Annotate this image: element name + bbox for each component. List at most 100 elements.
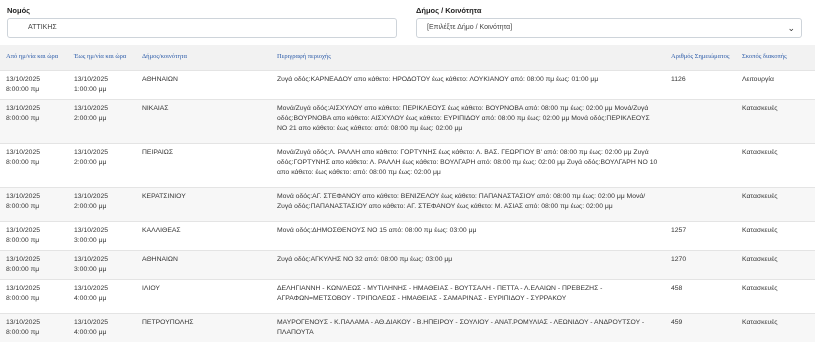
municipality-select-value: [Επιλέξτε Δήμο / Κοινότητα]	[427, 24, 513, 31]
to-time: 4:00:00 μμ	[74, 294, 107, 302]
to-cell: 13/10/2025 4:00:00 μμ	[68, 279, 136, 313]
description-cell: Μονά οδός:ΑΓ. ΣΤΕΦΑΝΟΥ απο κάθετο: ΒΕΝΙΖ…	[271, 187, 665, 221]
from-date: 13/10/2025	[6, 318, 41, 326]
description-cell: Ζυγά οδός:ΚΑΡΝΕΑΔΟΥ απο κάθετο: ΗΡΟΔΟΤΟΥ…	[271, 70, 665, 99]
purpose-value: Κατασκευές	[742, 104, 778, 112]
to-time: 2:00:00 μμ	[74, 202, 107, 210]
filters-bar: Νομός ΑΤΤΙΚΗΣ Δήμος / Κοινότητα [Επιλέξτ…	[0, 0, 820, 42]
count-cell: 1270	[665, 250, 736, 279]
header-from[interactable]: Από ημ/νία και ώρα	[0, 45, 68, 70]
purpose-cell: Κατασκευές	[736, 143, 815, 187]
from-time: 8:00:00 πμ	[6, 294, 40, 302]
table-row: 13/10/2025 8:00:00 πμ 13/10/2025 2:00:00 μμ…	[0, 187, 815, 221]
table-header-row: Από ημ/νία και ώρα Έως ημ/νία και ώρα Δή…	[0, 45, 815, 70]
purpose-value: Κατασκευές	[742, 148, 778, 156]
table-row: 13/10/2025 8:00:00 πμ 13/10/2025 4:00:00 μμ…	[0, 313, 815, 342]
purpose-value: Κατασκευές	[742, 192, 778, 200]
table-row: 13/10/2025 8:00:00 πμ 13/10/2025 3:00:00 μμ…	[0, 250, 815, 279]
municipality-select[interactable]: [Επιλέξτε Δήμο / Κοινότητα] ⌄	[416, 18, 802, 38]
prefecture-filter: Νομός ΑΤΤΙΚΗΣ	[7, 6, 397, 38]
municipality-name: ΑΘΗΝΑΙΩΝ	[142, 75, 178, 83]
description-text: Μονά/Ζυγά οδός:ΑΙΣΧΥΛΟΥ απο κάθετο: ΠΕΡΙ…	[277, 104, 650, 132]
header-purpose[interactable]: Σκοπός διακοπής	[736, 45, 815, 70]
table-row: 13/10/2025 8:00:00 πμ 13/10/2025 2:00:00 μμ…	[0, 143, 815, 187]
count-cell: 458	[665, 279, 736, 313]
count-cell	[665, 99, 736, 143]
to-date: 13/10/2025	[74, 148, 109, 156]
from-time: 8:00:00 πμ	[6, 202, 40, 210]
from-date: 13/10/2025	[6, 75, 41, 83]
municipality-cell: ΠΕΤΡΟΥΠΟΛΗΣ	[136, 313, 271, 342]
to-cell: 13/10/2025 2:00:00 μμ	[68, 99, 136, 143]
to-cell: 13/10/2025 4:00:00 μμ	[68, 313, 136, 342]
count-cell	[665, 143, 736, 187]
description-text: ΜΑΥΡΟΓΕΝΟΥΣ - Κ.ΠΑΛΑΜΑ - ΑΘ.ΔΙΑΚΟΥ - Β.Η…	[277, 318, 645, 336]
municipality-filter: Δήμος / Κοινότητα [Επιλέξτε Δήμο / Κοινό…	[416, 6, 802, 38]
to-date: 13/10/2025	[74, 226, 109, 234]
from-time: 8:00:00 πμ	[6, 236, 40, 244]
from-time: 8:00:00 πμ	[6, 328, 40, 336]
municipality-name: ΠΕΤΡΟΥΠΟΛΗΣ	[142, 318, 194, 326]
count-cell: 1126	[665, 70, 736, 99]
to-time: 2:00:00 μμ	[74, 158, 107, 166]
to-cell: 13/10/2025 1:00:00 μμ	[68, 70, 136, 99]
municipality-name: ΝΙΚΑΙΑΣ	[142, 104, 169, 112]
to-time: 1:00:00 μμ	[74, 85, 107, 93]
from-cell: 13/10/2025 8:00:00 πμ	[0, 187, 68, 221]
municipality-name: ΑΘΗΝΑΙΩΝ	[142, 255, 178, 263]
description-text: Ζυγά οδός:ΚΑΡΝΕΑΔΟΥ απο κάθετο: ΗΡΟΔΟΤΟΥ…	[277, 75, 599, 83]
municipality-cell: ΑΘΗΝΑΙΩΝ	[136, 70, 271, 99]
table-row: 13/10/2025 8:00:00 πμ 13/10/2025 3:00:00 μμ…	[0, 221, 815, 250]
chevron-down-icon: ⌄	[787, 23, 795, 33]
description-cell: Μονά/Ζυγά οδός:ΑΙΣΧΥΛΟΥ απο κάθετο: ΠΕΡΙ…	[271, 99, 665, 143]
to-date: 13/10/2025	[74, 75, 109, 83]
description-cell: Μονά οδός:ΔΗΜΟΣΘΕΝΟΥΣ ΝΟ 15 από: 08:00 π…	[271, 221, 665, 250]
from-time: 8:00:00 πμ	[6, 114, 40, 122]
from-date: 13/10/2025	[6, 226, 41, 234]
municipality-name: ΠΕΙΡΑΙΩΣ	[142, 148, 174, 156]
municipality-name: ΙΛΙΟΥ	[142, 284, 160, 292]
description-cell: ΔΕΛΗΓΙΑΝΝΗ - ΚΩΝ/ΛΕΩΣ - ΜΥΤΙΛΗΝΗΣ - ΗΜΑΘ…	[271, 279, 665, 313]
to-time: 2:00:00 μμ	[74, 114, 107, 122]
from-cell: 13/10/2025 8:00:00 πμ	[0, 313, 68, 342]
description-text: Μονά/Ζυγά οδός:Λ. ΡΑΛΛΗ απο κάθετο: ΓΟΡΤ…	[277, 148, 658, 176]
table-row: 13/10/2025 8:00:00 πμ 13/10/2025 1:00:00 μμ…	[0, 70, 815, 99]
municipality-cell: ΙΛΙΟΥ	[136, 279, 271, 313]
municipality-cell: ΚΕΡΑΤΣΙΝΙΟΥ	[136, 187, 271, 221]
description-cell: ΜΑΥΡΟΓΕΝΟΥΣ - Κ.ΠΑΛΑΜΑ - ΑΘ.ΔΙΑΚΟΥ - Β.Η…	[271, 313, 665, 342]
purpose-cell: Κατασκευές	[736, 187, 815, 221]
count-cell	[665, 187, 736, 221]
count-value: 458	[671, 284, 683, 292]
purpose-cell: Κατασκευές	[736, 313, 815, 342]
prefecture-label: Νομός	[7, 6, 31, 15]
purpose-value: Κατασκευές	[742, 318, 778, 326]
description-text: Μονά οδός:ΑΓ. ΣΤΕΦΑΝΟΥ απο κάθετο: ΒΕΝΙΖ…	[277, 192, 646, 210]
description-cell: Μονά/Ζυγά οδός:Λ. ΡΑΛΛΗ απο κάθετο: ΓΟΡΤ…	[271, 143, 665, 187]
to-cell: 13/10/2025 2:00:00 μμ	[68, 187, 136, 221]
from-cell: 13/10/2025 8:00:00 πμ	[0, 99, 68, 143]
from-cell: 13/10/2025 8:00:00 πμ	[0, 279, 68, 313]
prefecture-select[interactable]: ΑΤΤΙΚΗΣ	[7, 18, 397, 38]
header-count[interactable]: Αριθμός Σημειώματος	[665, 45, 736, 70]
municipality-cell: ΑΘΗΝΑΙΩΝ	[136, 250, 271, 279]
purpose-cell: Κατασκευές	[736, 250, 815, 279]
description-text: Μονά οδός:ΔΗΜΟΣΘΕΝΟΥΣ ΝΟ 15 από: 08:00 π…	[277, 226, 477, 234]
purpose-value: Κατασκευές	[742, 284, 778, 292]
header-to[interactable]: Έως ημ/νία και ώρα	[68, 45, 136, 70]
to-cell: 13/10/2025 2:00:00 μμ	[68, 143, 136, 187]
to-date: 13/10/2025	[74, 255, 109, 263]
purpose-cell: Κατασκευές	[736, 221, 815, 250]
count-value: 1270	[671, 255, 687, 263]
from-date: 13/10/2025	[6, 284, 41, 292]
municipality-label: Δήμος / Κοινότητα	[416, 6, 482, 15]
to-time: 3:00:00 μμ	[74, 265, 107, 273]
from-date: 13/10/2025	[6, 148, 41, 156]
header-municipality[interactable]: Δήμος/κοινότητα	[136, 45, 271, 70]
from-time: 8:00:00 πμ	[6, 265, 40, 273]
header-description[interactable]: Περιγραφή περιοχής	[271, 45, 665, 70]
description-text: ΔΕΛΗΓΙΑΝΝΗ - ΚΩΝ/ΛΕΩΣ - ΜΥΤΙΛΗΝΗΣ - ΗΜΑΘ…	[277, 284, 603, 302]
from-time: 8:00:00 πμ	[6, 85, 40, 93]
to-date: 13/10/2025	[74, 104, 109, 112]
to-date: 13/10/2025	[74, 318, 109, 326]
count-value: 1126	[671, 75, 686, 83]
